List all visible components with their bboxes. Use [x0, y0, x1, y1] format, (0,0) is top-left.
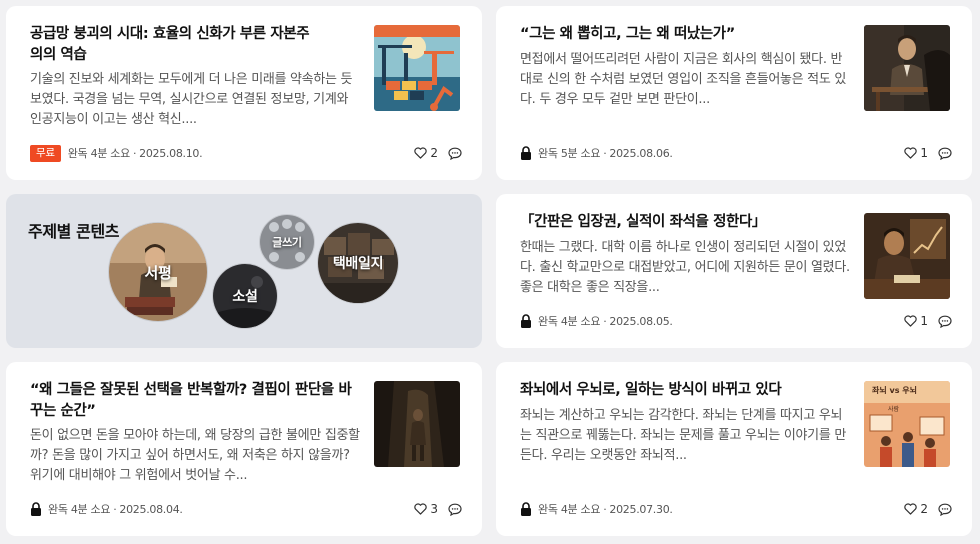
publish-date: 2025.08.10.: [139, 146, 203, 160]
like-count: 3: [430, 502, 438, 516]
like-count: 2: [430, 146, 438, 160]
comment-icon[interactable]: [448, 503, 462, 516]
article-thumbnail[interactable]: [864, 25, 950, 111]
topic-label: 서평: [144, 263, 172, 282]
article-title[interactable]: “왜 그들은 잘못된 선택을 반복할까? 결핍이 판단을 바꾸는 순간”: [30, 380, 356, 422]
man-writing-chart-illustration: [864, 213, 950, 299]
article-excerpt: 한때는 그랬다. 대학 이름 하나로 인생이 정리되던 시절이 있었다. 출신 …: [520, 240, 850, 295]
topic-bubble-delivery-diary[interactable]: 택배일지: [318, 223, 398, 303]
topic-label: 소설: [232, 289, 258, 305]
article-stats: 1: [904, 312, 952, 330]
heart-icon[interactable]: [414, 503, 428, 515]
article-card[interactable]: “그는 왜 뽑히고, 그는 왜 떠났는가” 면접에서 떨어뜨리려던 사람이 지금…: [496, 6, 972, 180]
read-time: 완독 4분 소요: [48, 503, 111, 516]
article-card[interactable]: 좌뇌에서 우뇌로, 일하는 방식이 바뀌고 있다 좌뇌는 계산하고 우뇌는 감각…: [496, 362, 972, 536]
publish-date: 2025.08.06.: [609, 146, 673, 160]
topic-bubble-novel[interactable]: 소설: [213, 264, 277, 328]
article-stats: 1: [904, 144, 952, 162]
article-thumbnail[interactable]: [374, 25, 460, 111]
left-vs-right-brain-illustration: 좌뇌 vs 우뇌 사람: [864, 381, 950, 467]
topic-label: 글쓰기: [272, 236, 302, 249]
article-stats: 3: [414, 500, 462, 518]
topic-bubble-review[interactable]: 서평: [109, 223, 207, 321]
comment-icon[interactable]: [938, 315, 952, 328]
publish-date: 2025.08.05.: [609, 314, 673, 328]
heart-icon[interactable]: [904, 503, 918, 515]
read-time: 완독 4분 소요: [538, 503, 601, 516]
article-excerpt: 면접에서 떨어뜨리려던 사람이 지금은 회사의 핵심이 됐다. 반대로 신의 한…: [520, 52, 846, 107]
article-meta: 완독 5분 소요 · 2025.08.06.: [520, 144, 673, 162]
article-card[interactable]: 「간판은 입장권, 실적이 좌석을 정한다」 한때는 그랬다. 대학 이름 하나…: [496, 194, 972, 348]
thumbnail-subtext: 사람: [888, 405, 900, 413]
publish-date: 2025.08.04.: [119, 502, 183, 516]
lock-icon: [521, 502, 531, 516]
read-time: 완독 4분 소요: [538, 315, 601, 328]
article-meta: 무료 완독 4분 소요 · 2025.08.10.: [30, 144, 203, 162]
article-thumbnail[interactable]: [374, 381, 460, 467]
topic-bubble-writing[interactable]: 글쓰기: [260, 215, 314, 269]
article-thumbnail[interactable]: [864, 213, 950, 299]
publish-date: 2025.07.30.: [609, 502, 673, 516]
article-card[interactable]: 공급망 붕괴의 시대: 효율의 신화가 부른 자본주의의 역습 기술의 진보와 …: [6, 6, 482, 180]
heart-icon[interactable]: [414, 147, 428, 159]
heart-icon[interactable]: [904, 315, 918, 327]
thumbnail-text: 좌뇌 vs 우뇌: [872, 385, 917, 395]
article-title[interactable]: 「간판은 입장권, 실적이 좌석을 정한다」: [520, 212, 850, 233]
man-at-desk-illustration: [864, 25, 950, 111]
heart-icon[interactable]: [904, 147, 918, 159]
article-meta: 완독 4분 소요 · 2025.08.04.: [30, 500, 183, 518]
article-title[interactable]: “그는 왜 뽑히고, 그는 왜 떠났는가”: [520, 24, 850, 45]
topic-section-title: 주제별 콘텐츠: [28, 222, 120, 241]
port-cranes-illustration: [374, 25, 460, 111]
comment-icon[interactable]: [448, 147, 462, 160]
comment-icon[interactable]: [938, 503, 952, 516]
article-excerpt: 돈이 없으면 돈을 모아야 하는데, 왜 당장의 급한 불에만 집중할까? 돈을…: [30, 428, 360, 483]
article-thumbnail[interactable]: 좌뇌 vs 우뇌 사람: [864, 381, 950, 467]
topic-card: 주제별 콘텐츠 서평 소설 글쓰기 택배일지: [6, 194, 482, 348]
article-stats: 2: [414, 144, 462, 162]
read-time: 완독 5분 소요: [538, 147, 601, 160]
article-excerpt: 기술의 진보와 세계화는 모두에게 더 나은 미래를 약속하는 듯 보였다. 국…: [30, 72, 353, 127]
like-count: 2: [920, 502, 928, 516]
lock-icon: [31, 502, 41, 516]
lock-icon: [521, 146, 531, 160]
person-in-cave-illustration: [374, 381, 460, 467]
topic-label: 택배일지: [332, 256, 384, 272]
lock-icon: [521, 314, 531, 328]
article-meta: 완독 4분 소요 · 2025.07.30.: [520, 500, 673, 518]
like-count: 1: [920, 314, 928, 328]
article-stats: 2: [904, 500, 952, 518]
like-count: 1: [920, 146, 928, 160]
article-title[interactable]: 공급망 붕괴의 시대: 효율의 신화가 부른 자본주의의 역습: [30, 24, 320, 66]
article-meta: 완독 4분 소요 · 2025.08.05.: [520, 312, 673, 330]
free-badge: 무료: [30, 144, 61, 162]
article-excerpt: 좌뇌는 계산하고 우뇌는 감각한다. 좌뇌는 단계를 따지고 우뇌는 직관으로 …: [520, 408, 846, 463]
read-time: 완독 4분 소요: [67, 147, 131, 160]
article-card[interactable]: “왜 그들은 잘못된 선택을 반복할까? 결핍이 판단을 바꾸는 순간” 돈이 …: [6, 362, 482, 536]
article-title[interactable]: 좌뇌에서 우뇌로, 일하는 방식이 바뀌고 있다: [520, 380, 850, 401]
comment-icon[interactable]: [938, 147, 952, 160]
